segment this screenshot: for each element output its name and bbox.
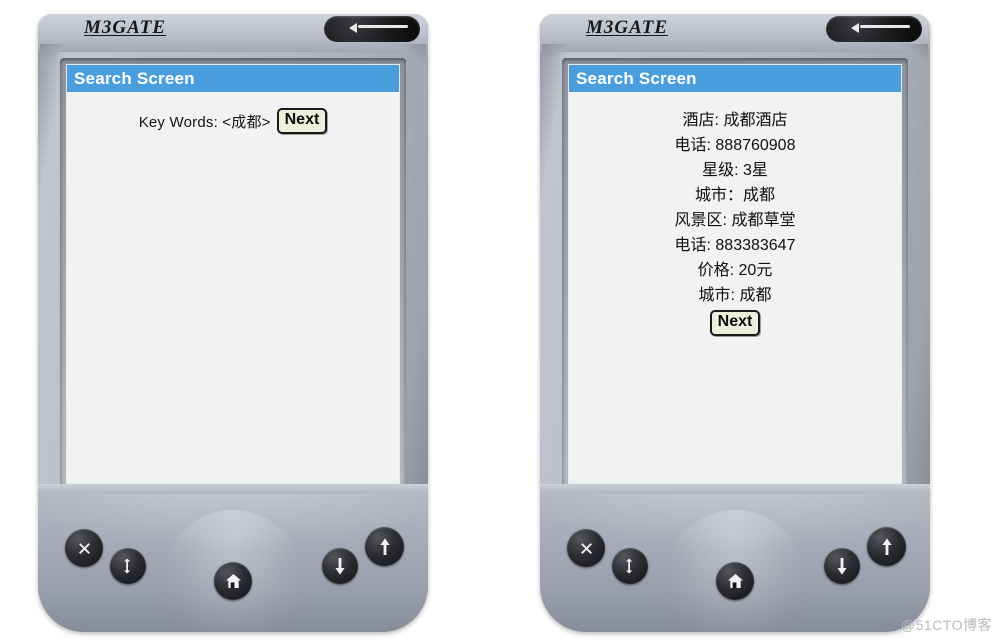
arrow-up-icon — [881, 538, 892, 555]
screenshot-stage: M3GATE Search Screen Key Words: <成都> Nex… — [0, 0, 998, 641]
next-button[interactable]: Next — [276, 108, 328, 134]
next-button-row: Next — [569, 310, 901, 336]
up-key[interactable] — [365, 527, 404, 566]
home-key[interactable] — [214, 562, 252, 600]
deck-edge — [540, 484, 930, 494]
device-top-plate: M3GATE — [38, 14, 428, 52]
result-line: 城市: 成都 — [698, 287, 772, 304]
site-watermark: @51CTO博客 — [900, 617, 992, 633]
power-slot[interactable] — [826, 16, 922, 42]
pda-device-right: M3GATE Search Screen 酒店: 成都酒店 电话: 888760… — [540, 14, 930, 632]
power-slot[interactable] — [324, 16, 420, 42]
screen-content: Key Words: <成都> Next — [67, 92, 399, 134]
control-deck — [38, 484, 428, 632]
result-line: 风景区: 成都草堂 — [674, 212, 796, 229]
up-key[interactable] — [867, 527, 906, 566]
pda-device-left: M3GATE Search Screen Key Words: <成都> Nex… — [38, 14, 428, 632]
screen-title-bar: Search Screen — [67, 65, 399, 92]
brand-logo: M3GATE — [84, 17, 167, 38]
device-top-plate: M3GATE — [540, 14, 930, 52]
sync-key[interactable] — [110, 548, 146, 584]
deck-edge — [38, 484, 428, 494]
control-deck — [540, 484, 930, 632]
device-screen-left: Search Screen Key Words: <成都> Next — [66, 64, 400, 484]
down-key[interactable] — [322, 548, 358, 584]
result-line: 城市：成都 — [694, 187, 775, 204]
sync-arrows-icon — [626, 558, 633, 574]
result-line: 电话: 888760908 — [674, 137, 796, 154]
home-key[interactable] — [716, 562, 754, 600]
arrow-down-icon — [335, 557, 345, 575]
search-results-list: 酒店: 成都酒店 电话: 888760908 星级: 3星 城市：成都 风景区:… — [569, 108, 901, 336]
brand-logo: M3GATE — [586, 17, 669, 38]
result-line: 电话: 883383647 — [674, 237, 796, 254]
close-key[interactable] — [65, 529, 103, 567]
close-key[interactable] — [567, 529, 605, 567]
home-icon — [727, 573, 743, 589]
screen-bezel: Search Screen 酒店: 成都酒店 电话: 888760908 星级:… — [562, 58, 908, 490]
power-bar-icon — [358, 25, 408, 28]
keywords-row: Key Words: <成都> Next — [67, 108, 399, 134]
arrow-up-icon — [379, 538, 390, 555]
result-line: 酒店: 成都酒店 — [682, 112, 788, 129]
home-icon — [225, 573, 241, 589]
screen-content: 酒店: 成都酒店 电话: 888760908 星级: 3星 城市：成都 风景区:… — [569, 92, 901, 336]
keywords-label: Key Words: <成都> — [138, 113, 271, 131]
power-arrow-icon — [349, 23, 357, 33]
power-arrow-icon — [851, 23, 859, 33]
sync-arrows-icon — [124, 558, 131, 574]
down-key[interactable] — [824, 548, 860, 584]
device-screen-right: Search Screen 酒店: 成都酒店 电话: 888760908 星级:… — [568, 64, 902, 484]
result-line: 价格: 20元 — [697, 262, 773, 279]
x-icon — [78, 542, 90, 554]
next-button[interactable]: Next — [709, 310, 761, 336]
power-bar-icon — [860, 25, 910, 28]
sync-key[interactable] — [612, 548, 648, 584]
result-line: 星级: 3星 — [702, 162, 768, 179]
screen-title-bar: Search Screen — [569, 65, 901, 92]
x-icon — [580, 542, 592, 554]
screen-bezel: Search Screen Key Words: <成都> Next — [60, 58, 406, 490]
arrow-down-icon — [837, 557, 847, 575]
